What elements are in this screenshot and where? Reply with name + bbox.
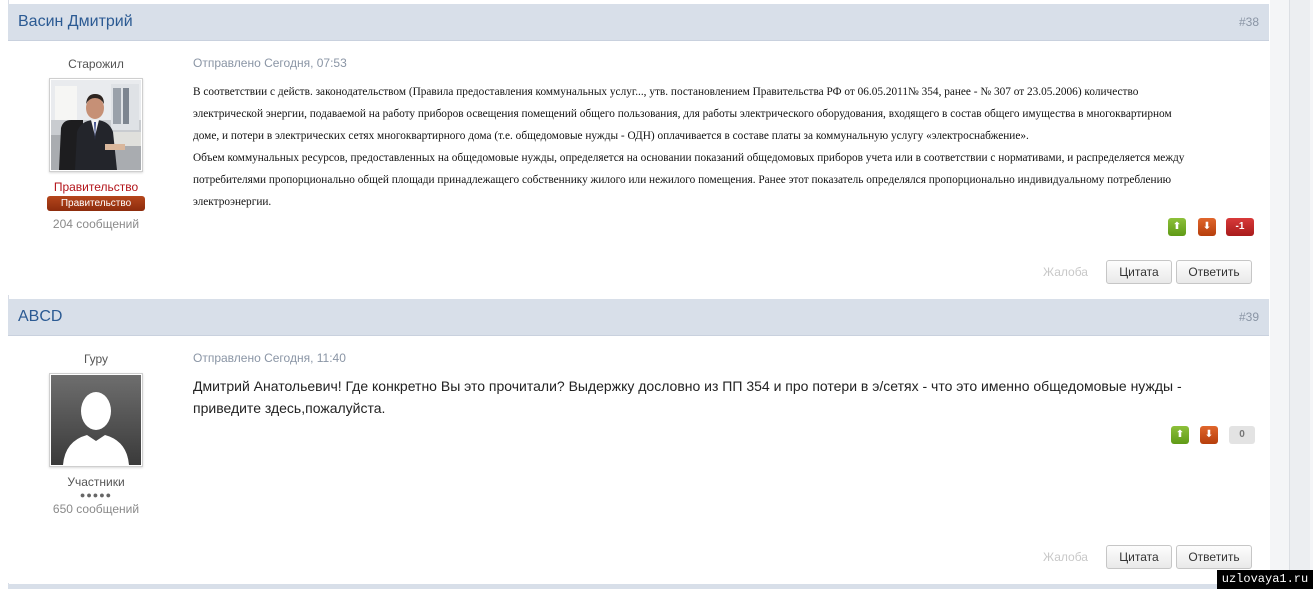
reputation-control: ⬆ ⬇ -1 (1168, 218, 1258, 236)
post-body-line: доме, и потери в электрических сетях мно… (193, 130, 1029, 142)
rank-title: Гуру (83, 352, 109, 366)
arrow-up-icon: ⬆ (1175, 429, 1185, 440)
scrollbar[interactable] (1289, 0, 1310, 589)
post-actions: Жалоба Цитата Ответить (1038, 545, 1268, 569)
rep-down-button[interactable]: ⬇ (1200, 426, 1218, 444)
quote-button[interactable]: Цитата (1106, 545, 1172, 569)
watermark: uzlovaya1.ru (1217, 570, 1313, 589)
reputation-value: 0 (1229, 426, 1255, 444)
arrow-down-icon: ⬇ (1204, 429, 1214, 440)
post-38: Васин Дмитрий #38 Старожил Правительство… (8, 4, 1269, 295)
avatar-photo (51, 375, 141, 465)
reply-button[interactable]: Ответить (1176, 260, 1252, 284)
post-body-line: приведите здесь,пожалуйста. (193, 400, 386, 416)
rep-up-button[interactable]: ⬆ (1168, 218, 1186, 236)
rep-up-button[interactable]: ⬆ (1171, 426, 1189, 444)
rank-pips: ●●●●● (79, 490, 113, 500)
post-39: ABCD #39 Гуру Участники ●●●●● 650 сообще… (8, 299, 1269, 583)
quote-button[interactable]: Цитата (1106, 260, 1172, 284)
rank-title: Старожил (68, 57, 124, 71)
post-number-link[interactable]: #39 (1239, 310, 1259, 324)
group-name: Участники (67, 475, 125, 489)
post-body-line: В соответствии с действ. законодательств… (193, 86, 1139, 98)
author-name-link[interactable]: ABCD (18, 308, 62, 326)
avatar-photo (51, 80, 141, 170)
post-count: 204 сообщений (52, 217, 140, 231)
post-body-line: Объем коммунальных ресурсов, предоставле… (193, 152, 1185, 164)
author-name-link[interactable]: Васин Дмитрий (18, 13, 133, 31)
post-number-link[interactable]: #38 (1239, 15, 1259, 29)
author-info: Старожил Правительство Правительство 204… (8, 41, 184, 231)
avatar[interactable] (49, 373, 143, 467)
reply-button[interactable]: Ответить (1176, 545, 1252, 569)
reputation-control: ⬆ ⬇ 0 (1171, 426, 1261, 444)
post-body-line: потребителями пропорционально общей площ… (193, 174, 1172, 186)
post-count: 650 сообщений (52, 502, 140, 516)
post-header: ABCD #39 (8, 299, 1269, 336)
post-date: Отправлено Сегодня, 07:53 (193, 56, 347, 70)
post-body: В соответствии с действ. законодательств… (193, 81, 1253, 213)
group-name: Правительство (53, 180, 139, 194)
arrow-down-icon: ⬇ (1202, 221, 1212, 232)
author-info: Гуру Участники ●●●●● 650 сообщений (8, 336, 184, 516)
post-body-line: электрической энергии, подаваемой на раб… (193, 108, 1172, 120)
report-link[interactable]: Жалоба (1043, 550, 1088, 564)
post-actions: Жалоба Цитата Ответить (1038, 260, 1268, 284)
post-body-line: электроэнергии. (193, 196, 272, 208)
report-link[interactable]: Жалоба (1043, 265, 1088, 279)
avatar[interactable] (49, 78, 143, 172)
post-separator (8, 584, 1269, 589)
post-body-line: Дмитрий Анатольевич! Где конкретно Вы эт… (193, 378, 1182, 394)
post-body: Дмитрий Анатольевич! Где конкретно Вы эт… (193, 375, 1253, 419)
reputation-value: -1 (1226, 218, 1254, 236)
arrow-up-icon: ⬆ (1172, 221, 1182, 232)
post-date: Отправлено Сегодня, 11:40 (193, 351, 346, 365)
group-badge: Правительство (47, 196, 145, 211)
rep-down-button[interactable]: ⬇ (1198, 218, 1216, 236)
post-header: Васин Дмитрий #38 (8, 4, 1269, 41)
